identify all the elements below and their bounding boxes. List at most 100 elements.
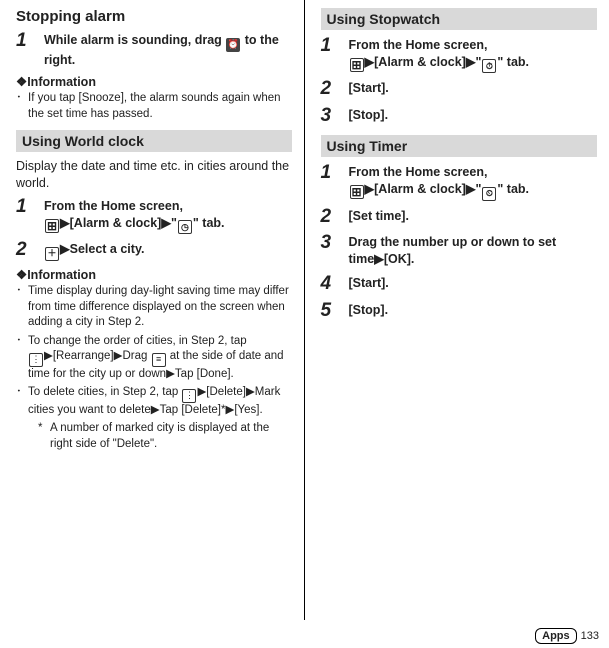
arrow-icon: ▶	[365, 55, 375, 69]
step-number: 2	[321, 79, 349, 100]
stopwatch-tab-icon: ⏱	[482, 59, 496, 73]
page-footer: Apps 133	[535, 628, 599, 644]
step-row: 3 Drag the number up or down to set time…	[321, 233, 598, 268]
step-row: 1 While alarm is sounding, drag ⏰ to the…	[16, 31, 292, 68]
text: From the Home screen,	[44, 199, 183, 213]
step-row: 2 [Set time].	[321, 207, 598, 228]
text: " tab.	[497, 182, 529, 196]
arrow-icon: ▶	[466, 55, 476, 69]
step-row: 4 [Start].	[321, 274, 598, 295]
step-number: 4	[321, 274, 349, 295]
step-body: ＋▶Select a city.	[44, 240, 292, 261]
info-bullet: ･ If you tap [Snooze], the alarm sounds …	[16, 91, 292, 122]
text: "	[171, 216, 177, 230]
text: " tab.	[497, 55, 529, 69]
apps-badge: Apps	[535, 628, 577, 644]
bullet-dot: ･	[16, 385, 28, 418]
step-number: 3	[321, 106, 349, 127]
text: Tap [Done].	[175, 368, 234, 380]
bullet-text: If you tap [Snooze], the alarm sounds ag…	[28, 91, 292, 122]
arrow-icon: ▶	[161, 216, 171, 230]
sub-text: A number of marked city is displayed at …	[50, 421, 292, 452]
text: [Alarm & clock]	[374, 182, 466, 196]
world-clock-tab-icon: ◷	[178, 220, 192, 234]
text: "	[475, 182, 481, 196]
step-body: [Stop].	[349, 106, 598, 127]
step-body: [Set time].	[349, 207, 598, 228]
step-number: 1	[16, 31, 44, 68]
arrow-icon: ▶	[225, 404, 234, 416]
world-clock-intro: Display the date and time etc. in cities…	[16, 158, 292, 191]
arrow-icon: ▶	[60, 242, 70, 256]
step-row: 1 From the Home screen, ▶[Alarm & clock]…	[321, 163, 598, 200]
arrow-icon: ▶	[466, 182, 476, 196]
step-body: [Start].	[349, 79, 598, 100]
timer-tab-icon: ⏲	[482, 187, 496, 201]
arrow-icon: ▶	[151, 404, 160, 416]
step-body: Drag the number up or down to set time▶[…	[349, 233, 598, 268]
arrow-icon: ▶	[166, 368, 175, 380]
arrow-icon: ▶	[44, 350, 53, 362]
step-body: From the Home screen, ▶[Alarm & clock]▶"…	[349, 163, 598, 200]
apps-grid-icon	[350, 58, 364, 72]
info-bullet: ･ To change the order of cities, in Step…	[16, 334, 292, 383]
step-number: 1	[321, 36, 349, 73]
text: From the Home screen,	[349, 38, 488, 52]
step-number: 5	[321, 301, 349, 322]
text: [Rearrange]	[53, 350, 114, 362]
apps-grid-icon	[45, 219, 59, 233]
step-row: 3 [Stop].	[321, 106, 598, 127]
step-row: 1 From the Home screen, ▶[Alarm & clock]…	[16, 197, 292, 234]
page-number: 133	[581, 630, 599, 642]
left-column: Stopping alarm 1 While alarm is sounding…	[0, 0, 305, 620]
text: [Delete]	[206, 386, 246, 398]
text: While alarm is sounding, drag	[44, 33, 225, 47]
text: [OK].	[384, 252, 415, 266]
menu-dots-icon: ⋮	[182, 389, 196, 403]
bullet-text: Time display during day-light saving tim…	[28, 284, 292, 331]
timer-bar: Using Timer	[321, 135, 598, 157]
bullet-text: To delete cities, in Step 2, tap ⋮▶[Dele…	[28, 385, 292, 418]
step-row: 5 [Stop].	[321, 301, 598, 322]
info-bullet: ･ Time display during day-light saving t…	[16, 284, 292, 331]
arrow-icon: ▶	[60, 216, 70, 230]
step-body: From the Home screen, ▶[Alarm & clock]▶"…	[349, 36, 598, 73]
step-number: 1	[321, 163, 349, 200]
step-body: [Start].	[349, 274, 598, 295]
step-row: 1 From the Home screen, ▶[Alarm & clock]…	[321, 36, 598, 73]
text: Tap [Delete]*	[160, 404, 226, 416]
text: " tab.	[193, 216, 225, 230]
text: Drag	[122, 350, 150, 362]
arrow-icon: ▶	[374, 252, 384, 266]
text: From the Home screen,	[349, 165, 488, 179]
bullet-dot: ･	[16, 334, 28, 383]
step-row: 2 [Start].	[321, 79, 598, 100]
text: [Alarm & clock]	[374, 55, 466, 69]
bullet-dot: ･	[16, 91, 28, 122]
step-body: While alarm is sounding, drag ⏰ to the r…	[44, 31, 292, 68]
stopwatch-bar: Using Stopwatch	[321, 8, 598, 30]
step-number: 1	[16, 197, 44, 234]
step-number: 2	[321, 207, 349, 228]
info-bullet: ･ To delete cities, in Step 2, tap ⋮▶[De…	[16, 385, 292, 418]
step-body: From the Home screen, ▶[Alarm & clock]▶"…	[44, 197, 292, 234]
information-heading: ❖Information	[16, 267, 292, 282]
text: Select a city.	[70, 242, 145, 256]
step-row: 2 ＋▶Select a city.	[16, 240, 292, 261]
bullet-dot: ･	[16, 284, 28, 331]
information-heading: ❖Information	[16, 74, 292, 89]
step-number: 2	[16, 240, 44, 261]
text: To delete cities, in Step 2, tap	[28, 386, 181, 398]
asterisk: *	[38, 421, 50, 452]
right-column: Using Stopwatch 1 From the Home screen, …	[305, 0, 609, 620]
step-number: 3	[321, 233, 349, 268]
world-clock-bar: Using World clock	[16, 130, 292, 152]
text: "	[475, 55, 481, 69]
arrow-icon: ▶	[365, 182, 375, 196]
alarm-drag-icon: ⏰	[226, 38, 240, 52]
bullet-text: To change the order of cities, in Step 2…	[28, 334, 292, 383]
arrow-icon: ▶	[246, 386, 255, 398]
menu-dots-icon: ⋮	[29, 353, 43, 367]
arrow-icon: ▶	[197, 386, 206, 398]
drag-handle-icon: ≡	[152, 353, 166, 367]
